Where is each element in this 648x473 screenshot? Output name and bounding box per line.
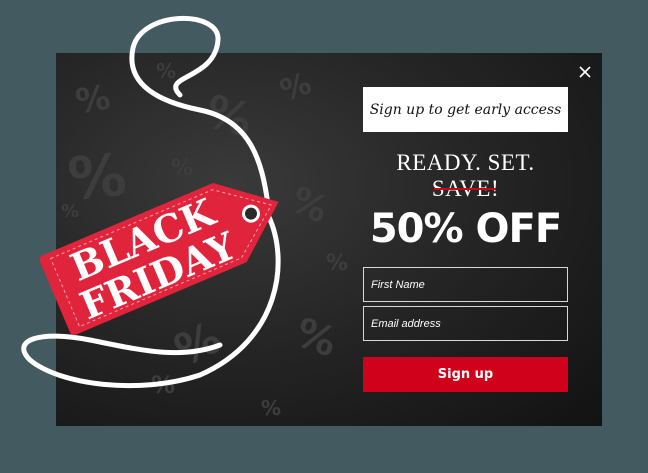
percent-glyph: % [151, 371, 176, 399]
percent-glyph: % [61, 201, 80, 222]
signup-panel: Sign up to get early access READY. SET. … [363, 53, 568, 426]
close-button[interactable] [576, 63, 594, 81]
early-access-banner: Sign up to get early access [363, 87, 568, 132]
percent-glyph: % [156, 59, 177, 83]
first-name-field[interactable] [363, 267, 568, 302]
close-icon [579, 66, 591, 78]
offer-text: 50% OFF [369, 206, 562, 252]
email-field[interactable] [363, 306, 568, 341]
promo-popup: % % % % % % % % % % % % % Sign up to get… [56, 53, 602, 426]
percent-glyph: % [167, 312, 229, 377]
signup-button[interactable]: Sign up [363, 357, 568, 392]
percent-glyph: % [72, 77, 114, 123]
percent-glyph: % [261, 396, 282, 420]
percent-glyph: % [199, 83, 259, 149]
early-access-label: Sign up to get early access [369, 101, 562, 118]
percent-glyph: % [326, 251, 349, 276]
percent-glyph: % [275, 65, 316, 110]
percent-glyph: % [284, 179, 335, 232]
percent-glyph: % [171, 156, 194, 181]
headline: READY. SET. SAVE! [396, 150, 535, 201]
percent-glyph: % [289, 309, 343, 367]
headline-divider [434, 188, 496, 190]
percent-glyph: % [65, 140, 129, 214]
